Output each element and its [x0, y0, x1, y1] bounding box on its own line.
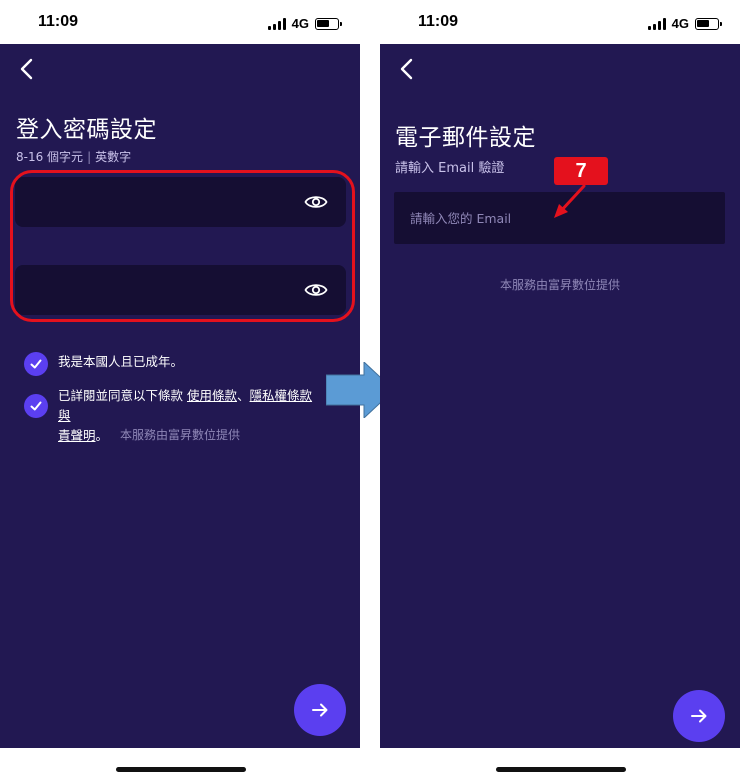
status-bar: 11:09 4G [380, 0, 740, 44]
provider-note: 本服務由富昇數位提供 [119, 428, 240, 442]
hint-length: 8-16 個字元 [16, 150, 84, 164]
citizen-checkbox[interactable] [24, 352, 48, 376]
battery-icon [315, 17, 342, 30]
terms-of-use-link[interactable]: 使用條款 [187, 388, 237, 403]
chevron-left-icon [20, 58, 33, 80]
app-screen: 登入密碼設定 8-16 個字元 | 英數字 我是本國人且已成年。 已詳閱並同意以… [0, 44, 360, 748]
home-indicator [116, 767, 246, 772]
arrow-right-icon [312, 703, 328, 717]
status-icons: 4G [267, 16, 342, 31]
password-hint: 8-16 個字元 | 英數字 [16, 148, 131, 165]
page-title: 電子郵件設定 [395, 125, 536, 151]
next-button[interactable] [294, 684, 346, 736]
arrow-right-icon [691, 709, 707, 723]
back-button[interactable] [394, 56, 420, 82]
hint-type: 英數字 [95, 150, 132, 164]
phone-screen-email: 11:09 4G 電子郵件設定 請輸入 Email 驗證 本服務由富昇數位提供 [380, 0, 740, 780]
terms-separator: 、 [237, 388, 250, 403]
network-label: 4G [671, 16, 689, 31]
signal-icon [267, 17, 286, 30]
step-number-badge: 7 [554, 157, 608, 185]
battery-icon [695, 17, 722, 30]
status-time: 11:09 [38, 13, 79, 30]
phone-screen-password: 11:09 4G 登入密碼設定 8-16 個字元 | 英數字 我是本國人且已成年… [0, 0, 361, 780]
network-label: 4G [291, 16, 309, 31]
citizen-check-row[interactable]: 我是本國人且已成年。 [24, 352, 183, 376]
citizen-check-label: 我是本國人且已成年。 [58, 354, 184, 369]
terms-prefix: 已詳閱並同意以下條款 [58, 388, 184, 403]
email-hint: 請輸入 Email 驗證 [395, 161, 505, 176]
home-indicator [496, 767, 626, 772]
next-button[interactable] [673, 690, 725, 742]
status-bar: 11:09 4G [0, 0, 361, 44]
page-title: 登入密碼設定 [16, 117, 157, 143]
signal-icon [647, 17, 666, 30]
checkmark-icon [30, 359, 42, 369]
status-time: 11:09 [418, 13, 459, 30]
terms-checkbox[interactable] [24, 394, 48, 418]
provider-note: 本服務由富昇數位提供 [499, 278, 620, 292]
status-icons: 4G [647, 16, 722, 31]
app-screen: 電子郵件設定 請輸入 Email 驗證 本服務由富昇數位提供 [380, 44, 740, 748]
chevron-left-icon [400, 58, 413, 80]
highlight-frame [10, 170, 355, 322]
step-pointer-arrow-icon [554, 184, 586, 218]
back-button[interactable] [14, 56, 40, 82]
checkmark-icon [30, 401, 42, 411]
hint-separator: | [87, 150, 92, 164]
